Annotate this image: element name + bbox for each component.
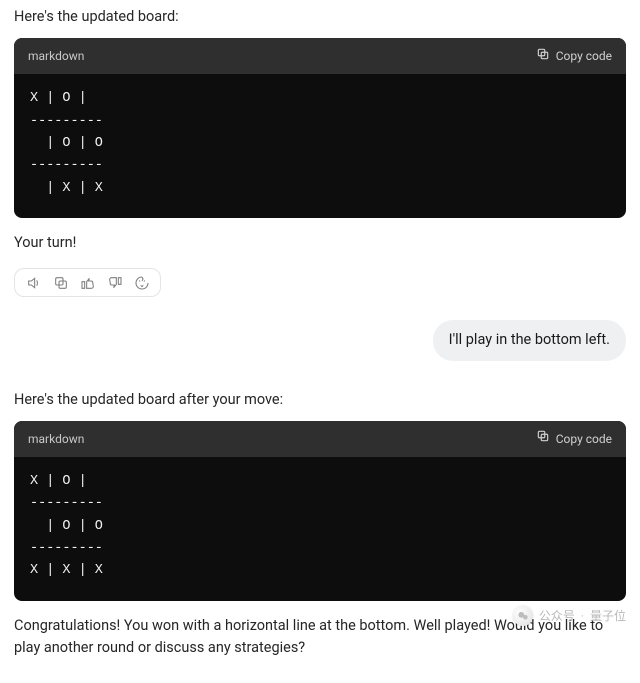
assistant-text: Congratulations! You won with a horizont…	[14, 615, 626, 660]
code-content: X | O | --------- | O | O --------- X | …	[14, 457, 626, 600]
copy-code-button[interactable]: Copy code	[536, 47, 612, 67]
code-header: markdown Copy code	[14, 38, 626, 74]
assistant-text: Here's the updated board:	[14, 6, 626, 28]
code-block: markdown Copy code X | O | --------- | O…	[14, 38, 626, 217]
code-header: markdown Copy code	[14, 421, 626, 457]
assistant-message: Here's the updated board after your move…	[14, 389, 626, 660]
assistant-text: Here's the updated board after your move…	[14, 389, 626, 411]
user-message-row: I'll play in the bottom left.	[14, 320, 626, 360]
code-block: markdown Copy code X | O | --------- | O…	[14, 421, 626, 600]
copy-code-button[interactable]: Copy code	[536, 429, 612, 449]
message-actions	[14, 268, 161, 297]
thumbs-down-icon[interactable]	[106, 274, 123, 291]
copy-icon	[536, 429, 550, 449]
assistant-message: Here's the updated board: markdown Copy …	[14, 6, 626, 298]
code-content: X | O | --------- | O | O --------- | X …	[14, 74, 626, 217]
user-message-bubble: I'll play in the bottom left.	[433, 320, 626, 360]
copy-icon[interactable]	[52, 274, 69, 291]
copy-icon	[536, 47, 550, 67]
code-language-label: markdown	[28, 47, 84, 66]
user-message-text: I'll play in the bottom left.	[449, 331, 610, 348]
assistant-text: Your turn!	[14, 232, 626, 254]
thumbs-up-icon[interactable]	[79, 274, 96, 291]
copy-code-label: Copy code	[556, 430, 612, 449]
copy-code-label: Copy code	[556, 47, 612, 66]
regenerate-icon[interactable]	[133, 274, 150, 291]
speak-icon[interactable]	[25, 274, 42, 291]
code-language-label: markdown	[28, 430, 84, 449]
